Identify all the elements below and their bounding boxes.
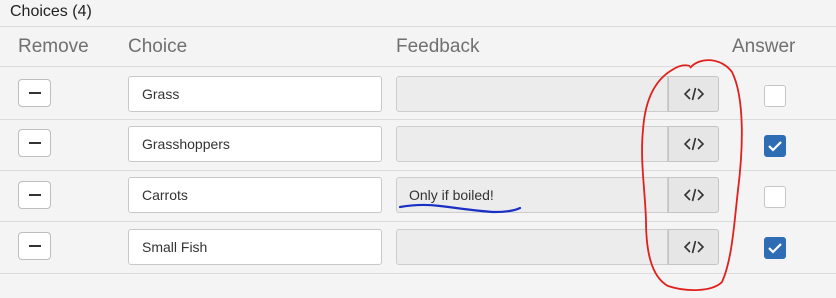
code-icon	[683, 188, 704, 202]
choice-input[interactable]: Grasshoppers	[128, 126, 382, 162]
choice-input[interactable]: Carrots	[128, 177, 382, 213]
feedback-input[interactable]	[396, 126, 668, 162]
answer-checkbox[interactable]	[764, 186, 786, 208]
minus-icon	[28, 142, 41, 144]
checkmark-icon	[768, 243, 782, 254]
row-divider	[0, 66, 836, 67]
code-icon	[683, 87, 704, 101]
choice-input[interactable]: Grass	[128, 76, 382, 112]
checkmark-icon	[768, 141, 782, 152]
remove-choice-button[interactable]	[18, 232, 51, 260]
minus-icon	[28, 92, 41, 94]
feedback-html-editor-button[interactable]	[668, 76, 719, 112]
feedback-input[interactable]	[396, 229, 668, 265]
feedback-input[interactable]	[396, 76, 668, 112]
answer-checkbox[interactable]	[764, 85, 786, 107]
code-icon	[683, 240, 704, 254]
minus-icon	[28, 194, 41, 196]
minus-icon	[28, 245, 41, 247]
remove-choice-button[interactable]	[18, 79, 51, 107]
row-divider	[0, 221, 836, 222]
code-icon	[683, 137, 704, 151]
row-divider	[0, 170, 836, 171]
row-divider	[0, 119, 836, 120]
answer-checkbox[interactable]	[764, 135, 786, 157]
row-divider	[0, 273, 836, 274]
choice-input[interactable]: Small Fish	[128, 229, 382, 265]
remove-choice-button[interactable]	[18, 129, 51, 157]
remove-choice-button[interactable]	[18, 181, 51, 209]
feedback-input[interactable]: Only if boiled!	[396, 177, 668, 213]
feedback-html-editor-button[interactable]	[668, 229, 719, 265]
choice-row: Small Fish	[0, 0, 836, 265]
feedback-html-editor-button[interactable]	[668, 177, 719, 213]
answer-checkbox[interactable]	[764, 237, 786, 259]
feedback-html-editor-button[interactable]	[668, 126, 719, 162]
